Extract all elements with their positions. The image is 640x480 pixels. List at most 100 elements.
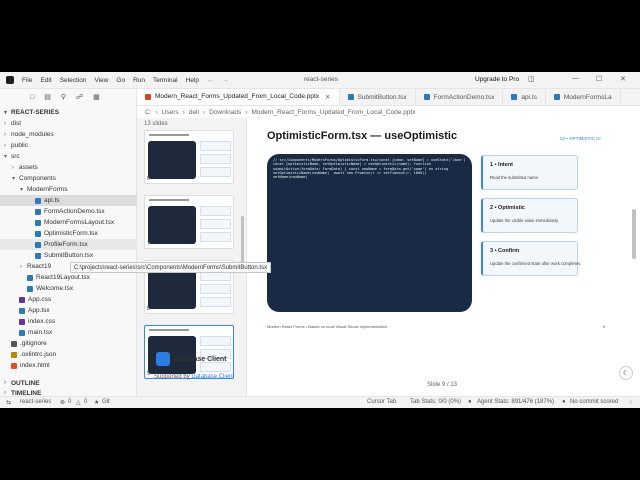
breadcrumb-item[interactable]: Modern_React_Forms_Updated_From_Local_Co…: [251, 109, 415, 116]
menu-run[interactable]: Run: [133, 77, 145, 84]
tree-item-label: .gitignore: [20, 340, 47, 347]
tree-file[interactable]: App.css: [0, 294, 137, 305]
search-icon[interactable]: ⚲: [61, 93, 66, 101]
tree-folder[interactable]: › public: [0, 140, 137, 151]
maximize-icon[interactable]: ☐: [596, 75, 602, 83]
menu-help[interactable]: Help: [186, 77, 199, 84]
commit-status[interactable]: No commit scored: [570, 399, 618, 405]
upgrade-button[interactable]: Upgrade to Pro: [475, 76, 519, 83]
step-card-intent: 1 • Intent Read the submitted name.: [481, 155, 578, 190]
tree-file[interactable]: Welcome.tsx: [0, 283, 137, 294]
warning-count[interactable]: 0: [84, 399, 87, 405]
tree-file[interactable]: index.html: [0, 360, 137, 371]
menu-edit[interactable]: Edit: [40, 77, 51, 84]
forward-arrow-icon[interactable]: →: [222, 77, 229, 84]
thumb-number: 8: [147, 306, 150, 312]
tab-formactiondemo[interactable]: FormActionDemo.tsx: [416, 89, 504, 105]
layout-toggle-icon[interactable]: ◫: [528, 75, 535, 83]
tab-label: ModernFormsLa: [563, 93, 612, 101]
tsx-file-icon: [19, 307, 25, 314]
menu-file[interactable]: File: [22, 77, 32, 84]
status-bar: ⇆ react-series ⊗ 0 △ 0 ★ Git Cursor Tab …: [0, 396, 640, 408]
tree-item-label: SubmitButton.tsx: [44, 252, 94, 259]
slide-counter: Slide 9 / 13: [427, 382, 458, 388]
theme-toggle-icon[interactable]: ☾: [619, 366, 633, 380]
editor-scrollbar[interactable]: [632, 209, 636, 259]
menu-view[interactable]: View: [94, 77, 108, 84]
promo-support-link[interactable]: Database Client: [191, 374, 234, 380]
back-arrow-icon[interactable]: ←: [207, 77, 214, 84]
tree-folder[interactable]: › node_modules: [0, 129, 137, 140]
thumbnail-scrollbar[interactable]: [241, 216, 244, 266]
cursor-tab-label[interactable]: Cursor Tab: [367, 399, 396, 405]
notifications-icon[interactable]: ♢: [628, 399, 633, 406]
slide-thumbnail[interactable]: 6: [144, 130, 234, 184]
tree-file[interactable]: main.tsx: [0, 327, 137, 338]
slide-thumbnail[interactable]: 7: [144, 195, 234, 249]
code-block: // src/Components/ModernForms/Optimistic…: [267, 154, 472, 312]
close-tab-icon[interactable]: ✕: [325, 93, 330, 101]
thumb-card: [200, 297, 231, 307]
tree-file[interactable]: App.tsx: [0, 305, 137, 316]
agent-stats-icon: ●: [468, 399, 472, 405]
thumb-code-block: [148, 206, 196, 244]
tree-folder[interactable]: › dist: [0, 118, 137, 129]
tree-file[interactable]: ModernFormsLayout.tsx: [0, 217, 137, 228]
tab-modernformslayout[interactable]: ModernFormsLa: [546, 89, 621, 105]
tree-file[interactable]: index.css: [0, 316, 137, 327]
extensions-icon[interactable]: ▦: [93, 93, 100, 101]
branch-name[interactable]: react-series: [20, 399, 51, 405]
tree-item-label: React19Layout.tsx: [36, 274, 90, 281]
menu-selection[interactable]: Selection: [60, 77, 87, 84]
new-file-icon[interactable]: □: [30, 94, 34, 101]
html-file-icon: [11, 362, 17, 369]
tree-folder[interactable]: ▾ ModernForms: [0, 184, 137, 195]
git-label[interactable]: Git: [102, 399, 110, 405]
warning-icon[interactable]: △: [76, 399, 81, 406]
tree-file[interactable]: FormActionDemo.tsx: [0, 206, 137, 217]
minimize-icon[interactable]: —: [572, 75, 579, 82]
git-file-icon: [11, 340, 17, 347]
tsx-file-icon: [35, 241, 41, 248]
chevron-right-icon: ›: [12, 164, 14, 171]
close-icon[interactable]: ✕: [620, 75, 626, 83]
tree-file[interactable]: OptimisticForm.tsx: [0, 228, 137, 239]
breadcrumb-item[interactable]: Downloads: [209, 109, 241, 116]
tree-file[interactable]: .oxlintrc.json: [0, 349, 137, 360]
tree-folder[interactable]: ▾ src: [0, 151, 137, 162]
tree-file[interactable]: ProfileForm.tsx: [0, 239, 137, 250]
tab-label: Modern_React_Forms_Updated_From_Local_Co…: [155, 93, 320, 100]
thumb-title-bar: [149, 199, 189, 201]
breadcrumb-item[interactable]: dell: [189, 109, 199, 116]
card-desc: Update the confirmed state after work co…: [490, 261, 582, 266]
menu-go[interactable]: Go: [116, 77, 125, 84]
thumb-title-bar: [149, 134, 189, 136]
tree-file[interactable]: React19Layout.tsx: [0, 272, 137, 283]
card-title: 3 • Confirm: [490, 248, 520, 254]
tree-folder[interactable]: › assets: [0, 162, 137, 173]
explorer-root[interactable]: ▾ REACT-SERIES: [0, 107, 137, 118]
error-icon[interactable]: ⊗: [60, 399, 65, 406]
tree-folder[interactable]: ▾ Components: [0, 173, 137, 184]
menu-terminal[interactable]: Terminal: [153, 77, 178, 84]
tab-api[interactable]: api.ts: [503, 89, 546, 105]
breadcrumb-item[interactable]: Users: [162, 109, 179, 116]
source-control-icon[interactable]: ☍: [76, 93, 83, 101]
window-title: react-series: [304, 76, 338, 83]
promo-support-prefix: Supported by: [154, 374, 190, 380]
tree-file[interactable]: .gitignore: [0, 338, 137, 349]
tree-file[interactable]: SubmitButton.tsx: [0, 250, 137, 261]
outline-section[interactable]: › OUTLINE: [0, 378, 137, 388]
error-count[interactable]: 0: [68, 399, 71, 405]
tree-file[interactable]: api.ts: [0, 195, 137, 206]
new-folder-icon[interactable]: ▤: [44, 93, 51, 101]
remote-icon[interactable]: ⇆: [6, 399, 11, 406]
slide-viewer: OptimisticForm.tsx — useOptimistic 04 • …: [247, 118, 640, 396]
promo-name: Database Client: [174, 356, 227, 363]
tree-item-label: node_modules: [11, 131, 54, 138]
tsx-file-icon: [347, 94, 354, 100]
tab-submitbutton[interactable]: SubmitButton.tsx: [340, 89, 416, 105]
breadcrumb-item[interactable]: C:: [145, 109, 152, 116]
tree-item-label: ProfileForm.tsx: [44, 241, 88, 248]
tab-pptx[interactable]: Modern_React_Forms_Updated_From_Local_Co…: [137, 89, 340, 105]
